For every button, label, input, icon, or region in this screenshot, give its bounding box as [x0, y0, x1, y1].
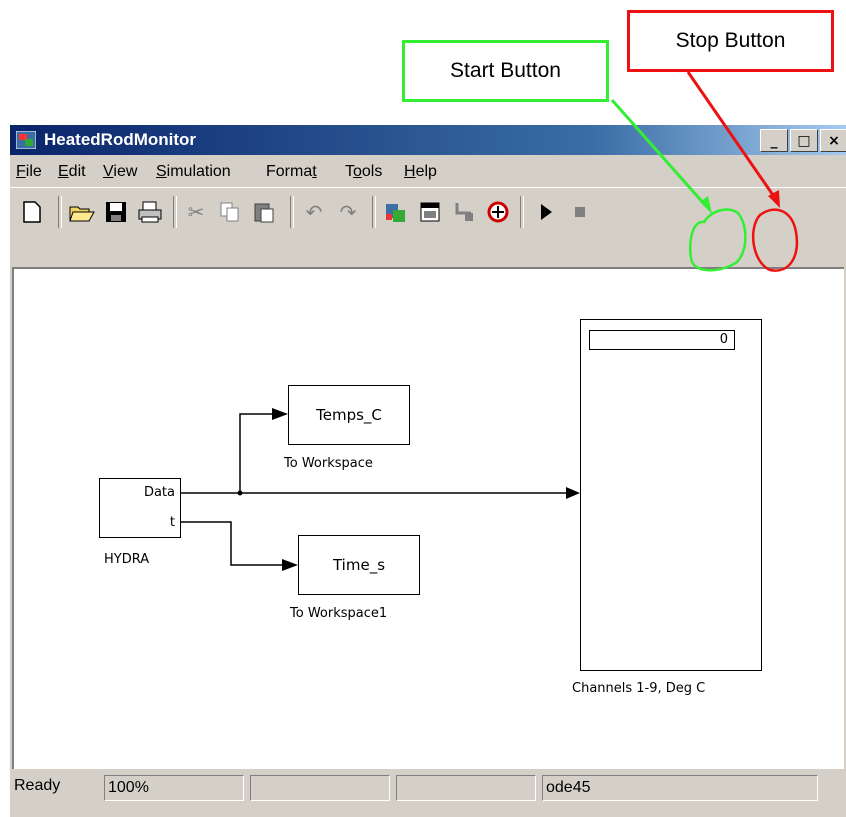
hydra-label: HYDRA — [104, 552, 150, 567]
temps-variable: Temps_C — [316, 406, 382, 424]
port-data-label: Data — [143, 485, 175, 500]
stop-highlight — [752, 208, 799, 272]
scope-block[interactable]: 0 — [580, 319, 762, 671]
numeric-display: 0 — [589, 330, 735, 350]
branch-point — [237, 490, 243, 496]
time-block[interactable]: Time_s — [298, 535, 420, 595]
scope-label: Channels 1-9, Deg C — [572, 681, 706, 696]
temps-label: To Workspace — [284, 456, 373, 471]
arrowhead-scope — [566, 487, 580, 499]
arrowhead-temps — [272, 408, 288, 420]
port-t-label: t — [169, 515, 175, 530]
arrowhead-time — [282, 559, 298, 571]
time-label: To Workspace1 — [290, 606, 388, 621]
start-highlight — [688, 208, 747, 272]
start-arrowhead — [700, 196, 712, 214]
temps-block[interactable]: Temps_C — [288, 385, 410, 445]
time-variable: Time_s — [332, 556, 386, 574]
hydra-block[interactable]: Data t — [99, 478, 181, 538]
